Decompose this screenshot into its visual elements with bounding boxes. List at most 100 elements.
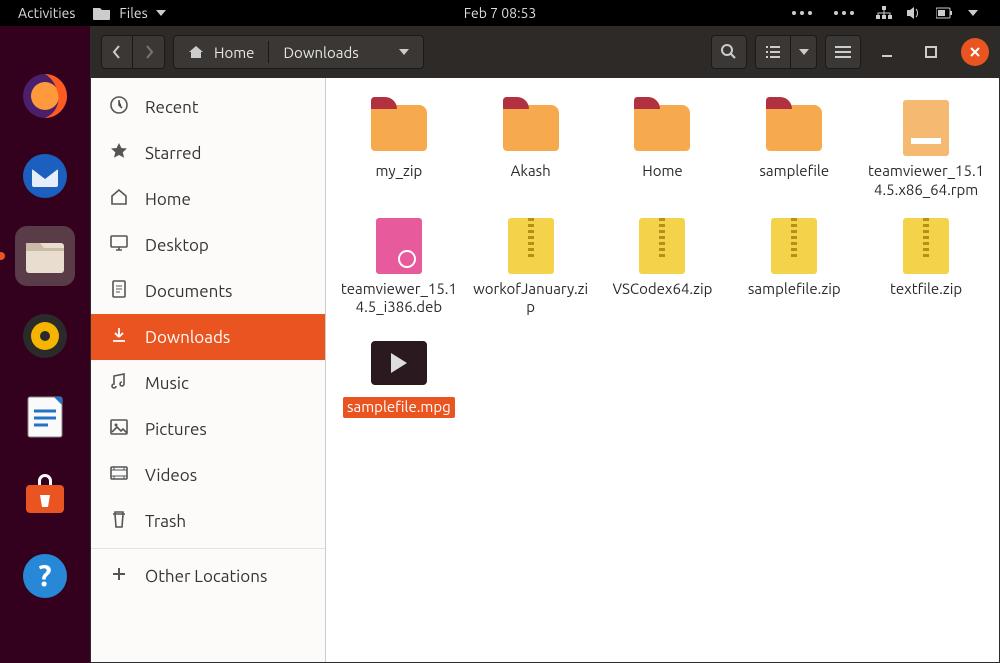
sidebar-item-other[interactable]: Other Locations xyxy=(91,553,325,599)
file-label: samplefile.zip xyxy=(748,280,841,299)
folder-icon xyxy=(634,105,690,151)
sidebar-item-label: Downloads xyxy=(145,328,230,347)
search-icon xyxy=(721,44,737,60)
sidebar-item-label: Trash xyxy=(145,512,186,531)
sidebar-item-music[interactable]: Music xyxy=(91,360,325,406)
chevron-down-icon xyxy=(156,10,166,16)
activities-button[interactable]: Activities xyxy=(18,5,75,21)
path-bar[interactable]: Home Downloads xyxy=(173,35,424,69)
file-item[interactable]: samplefile.zip xyxy=(731,214,857,322)
dock-app-files[interactable] xyxy=(15,226,75,286)
file-item[interactable]: Home xyxy=(600,96,726,204)
places-sidebar: Recent Starred Home Desktop Documents Downloa… xyxy=(91,78,326,662)
dock: ? xyxy=(0,26,90,663)
minimize-button[interactable] xyxy=(869,35,905,69)
file-item[interactable]: workofJanuary.zip xyxy=(468,214,594,322)
other-icon xyxy=(109,564,129,588)
file-label: Akash xyxy=(511,162,551,181)
zip-icon xyxy=(639,218,685,274)
rpm-icon xyxy=(903,100,949,156)
sidebar-item-label: Music xyxy=(145,374,189,393)
minimize-icon xyxy=(880,45,894,59)
sidebar-item-label: Documents xyxy=(145,282,232,301)
chevron-down-icon xyxy=(799,49,809,55)
music-icon xyxy=(109,371,129,395)
videos-icon xyxy=(109,463,129,487)
file-item[interactable]: teamviewer_15.14.5_i386.deb xyxy=(336,214,462,322)
chevron-down-icon[interactable] xyxy=(399,49,409,55)
maximize-button[interactable] xyxy=(913,35,949,69)
file-label: samplefile.mpg xyxy=(343,397,455,418)
sidebar-item-label: Pictures xyxy=(145,420,207,439)
hamburger-icon xyxy=(835,46,851,58)
dock-app-rhythmbox[interactable] xyxy=(15,306,75,366)
chevron-left-icon xyxy=(112,45,122,59)
breadcrumb-home[interactable]: Home xyxy=(214,44,254,61)
hamburger-menu-button[interactable] xyxy=(825,35,861,69)
list-icon xyxy=(765,46,781,58)
sidebar-item-videos[interactable]: Videos xyxy=(91,452,325,498)
dock-app-libreoffice-writer[interactable] xyxy=(15,386,75,446)
sidebar-item-documents[interactable]: Documents xyxy=(91,268,325,314)
dock-app-thunderbird[interactable] xyxy=(15,146,75,206)
view-options-button[interactable] xyxy=(791,35,817,69)
file-item[interactable]: samplefile xyxy=(731,96,857,204)
zip-icon xyxy=(771,218,817,274)
dock-app-help[interactable]: ? xyxy=(15,546,75,606)
file-label: my_zip xyxy=(375,162,422,181)
sidebar-item-label: Recent xyxy=(145,98,199,117)
deb-icon xyxy=(376,218,422,274)
file-item[interactable]: teamviewer_15.14.5.x86_64.rpm xyxy=(863,96,989,204)
home-icon xyxy=(109,187,129,211)
sidebar-item-label: Other Locations xyxy=(145,567,267,586)
volume-icon xyxy=(906,6,922,20)
zip-icon xyxy=(903,218,949,274)
view-list-button[interactable] xyxy=(755,35,791,69)
close-button[interactable] xyxy=(961,38,989,66)
file-item[interactable]: samplefile.mpg xyxy=(336,331,462,422)
file-item[interactable]: VSCodex64.zip xyxy=(600,214,726,322)
sidebar-item-pictures[interactable]: Pictures xyxy=(91,406,325,452)
zip-icon xyxy=(508,218,554,274)
dock-app-software[interactable] xyxy=(15,466,75,526)
system-menu[interactable] xyxy=(876,6,978,20)
folder-icon xyxy=(93,6,111,20)
forward-button[interactable] xyxy=(133,35,165,69)
dock-app-firefox[interactable] xyxy=(15,66,75,126)
search-button[interactable] xyxy=(711,35,747,69)
status-indicator-2[interactable] xyxy=(834,11,854,15)
file-label: VSCodex64.zip xyxy=(613,280,713,299)
app-menu[interactable]: Files xyxy=(93,5,165,21)
file-label: workofJanuary.zip xyxy=(472,280,590,318)
folder-icon xyxy=(503,105,559,151)
status-indicator-1[interactable] xyxy=(792,11,812,15)
video-icon xyxy=(371,341,427,385)
recent-icon xyxy=(109,95,129,119)
file-item[interactable]: textfile.zip xyxy=(863,214,989,322)
folder-icon xyxy=(371,105,427,151)
file-label: samplefile xyxy=(759,162,829,181)
chevron-down-icon xyxy=(968,10,978,16)
sidebar-item-home[interactable]: Home xyxy=(91,176,325,222)
sidebar-item-recent[interactable]: Recent xyxy=(91,84,325,130)
sidebar-item-trash[interactable]: Trash xyxy=(91,498,325,544)
sidebar-item-desktop[interactable]: Desktop xyxy=(91,222,325,268)
file-item[interactable]: my_zip xyxy=(336,96,462,204)
file-item[interactable]: Akash xyxy=(468,96,594,204)
chevron-right-icon xyxy=(144,45,154,59)
trash-icon xyxy=(109,509,129,533)
file-label: Home xyxy=(642,162,682,181)
breadcrumb-current[interactable]: Downloads xyxy=(283,44,358,61)
home-icon xyxy=(188,45,204,59)
downloads-icon xyxy=(109,325,129,349)
headerbar: Home Downloads xyxy=(91,26,999,78)
gnome-top-panel: Activities Files Feb 7 08:53 xyxy=(0,0,1000,26)
back-button[interactable] xyxy=(101,35,133,69)
network-icon xyxy=(876,6,892,20)
clock[interactable]: Feb 7 08:53 xyxy=(464,5,537,21)
sidebar-item-label: Home xyxy=(145,190,191,209)
sidebar-item-starred[interactable]: Starred xyxy=(91,130,325,176)
documents-icon xyxy=(109,279,129,303)
sidebar-item-downloads[interactable]: Downloads xyxy=(91,314,325,360)
icon-view[interactable]: my_zip Akash Home samplefile teamviewer_15.1… xyxy=(326,78,999,662)
